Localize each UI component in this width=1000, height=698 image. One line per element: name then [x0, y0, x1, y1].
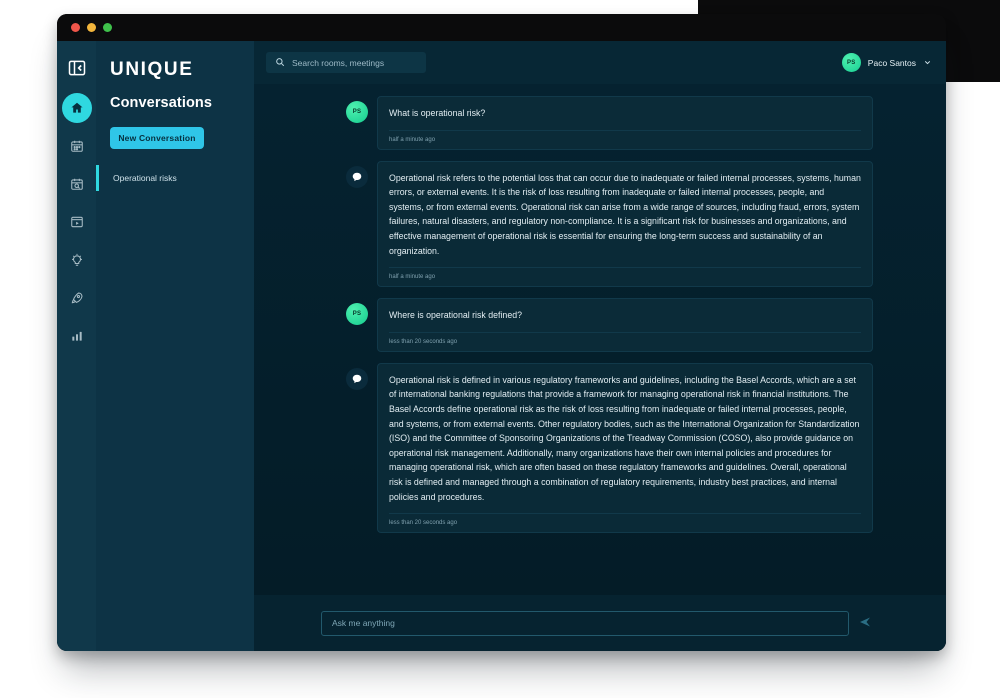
app-body: UNIQUE Conversations New Conversation Op… [57, 41, 946, 651]
message-text: Operational risk is defined in various r… [389, 374, 860, 502]
message-timestamp: less than 20 seconds ago [389, 513, 861, 532]
chat-message-assistant: Operational risk is defined in various r… [346, 362, 938, 534]
message-timestamp: half a minute ago [389, 129, 861, 149]
assistant-bubble-icon [346, 367, 368, 390]
search-box[interactable]: Search rooms, meetings [266, 52, 426, 73]
conversation-list: Operational risks [96, 165, 254, 191]
home-icon [70, 101, 84, 115]
chat-message-user: PS Where is operational risk defined? le… [346, 298, 938, 352]
conversations-panel: UNIQUE Conversations New Conversation Op… [96, 41, 254, 651]
message-bubble: Where is operational risk defined? less … [377, 298, 873, 352]
avatar: PS [841, 53, 861, 72]
message-input[interactable] [321, 610, 849, 636]
chat-transcript[interactable]: PS What is operational risk? half a minu… [254, 84, 946, 595]
page-title: Conversations [110, 95, 213, 111]
bar-chart-icon [70, 329, 84, 343]
avatar: PS [346, 101, 368, 123]
window-titlebar [57, 14, 946, 41]
sidebar-item-analytics[interactable] [62, 321, 92, 351]
search-input[interactable]: Search rooms, meetings [292, 58, 384, 68]
message-timestamp: less than 20 seconds ago [389, 331, 861, 351]
top-bar: Search rooms, meetings PS Paco Santos [254, 41, 946, 84]
window-minimize-button[interactable] [87, 23, 96, 32]
window-close-button[interactable] [71, 23, 80, 32]
sidebar-item-recordings[interactable] [62, 207, 92, 237]
rocket-icon [70, 291, 84, 305]
conversation-item-label: Operational risks [113, 173, 177, 183]
sidebar-item-home[interactable] [61, 93, 92, 123]
message-bubble: Operational risk refers to the potential… [377, 160, 873, 288]
window-maximize-button[interactable] [103, 23, 112, 32]
sidebar-item-insights[interactable] [62, 245, 92, 275]
user-menu[interactable]: PS Paco Santos [841, 53, 932, 72]
avatar: PS [346, 303, 368, 326]
chat-message-assistant: Operational risk refers to the potential… [346, 160, 938, 288]
icon-rail [57, 41, 96, 651]
message-text: Where is operational risk defined? [389, 310, 523, 321]
chevron-down-icon[interactable] [923, 54, 932, 72]
send-button[interactable] [859, 616, 871, 631]
composer-inner [321, 610, 871, 636]
collapse-panel-icon[interactable] [66, 57, 88, 79]
calendar-icon [70, 139, 84, 153]
new-conversation-button[interactable]: New Conversation [110, 127, 204, 149]
page-root: UNIQUE Conversations New Conversation Op… [0, 0, 1000, 698]
sidebar-item-calendar-search[interactable] [62, 169, 92, 199]
message-timestamp: half a minute ago [389, 267, 861, 286]
message-text: What is operational risk? [389, 108, 486, 118]
lightbulb-icon [70, 253, 84, 267]
message-bubble: What is operational risk? half a minute … [377, 96, 873, 150]
message-text: Operational risk refers to the potential… [389, 172, 861, 256]
sidebar-item-calendar[interactable] [62, 131, 92, 161]
brand-wordmark: UNIQUE [110, 59, 194, 80]
message-bubble: Operational risk is defined in various r… [377, 362, 873, 534]
app-window: UNIQUE Conversations New Conversation Op… [57, 14, 946, 651]
sidebar-item-launch[interactable] [62, 283, 92, 313]
conversation-list-item[interactable]: Operational risks [96, 165, 254, 191]
video-window-icon [70, 215, 84, 229]
brand-wordmark-wrap: UNIQUE [96, 59, 254, 95]
chat-message-user: PS What is operational risk? half a minu… [346, 96, 938, 150]
main-area: Search rooms, meetings PS Paco Santos PS… [254, 41, 946, 651]
assistant-bubble-icon [346, 165, 368, 188]
search-icon [275, 54, 285, 72]
composer-bar [254, 595, 946, 651]
send-paper-plane-icon [859, 616, 871, 631]
user-name: Paco Santos [867, 57, 916, 68]
calendar-search-icon [70, 177, 84, 191]
